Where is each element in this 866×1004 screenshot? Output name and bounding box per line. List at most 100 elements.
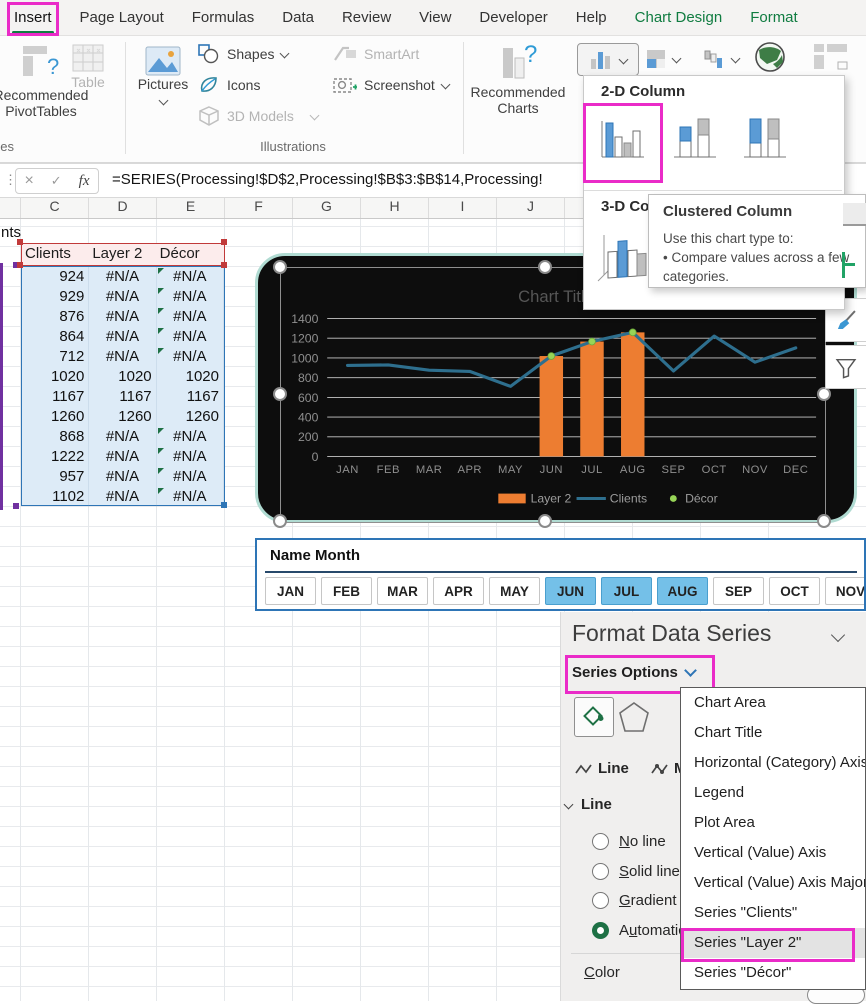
pivotchart-button[interactable] — [812, 42, 850, 77]
menu-tab-review[interactable]: Review — [342, 9, 391, 26]
slicer-button-jun[interactable]: JUN — [545, 577, 596, 605]
table-cell[interactable]: 712 — [22, 347, 89, 367]
3d-models-button[interactable]: 3D Models — [198, 100, 318, 131]
table-cell[interactable]: 1102 — [22, 487, 89, 507]
table-cell[interactable]: #N/A — [157, 287, 224, 307]
dropdown-item[interactable]: Vertical (Value) Axis — [681, 838, 865, 868]
table-cell[interactable]: 1020 — [22, 367, 89, 387]
radio-option[interactable]: Solid line — [592, 857, 686, 887]
3d-clustered-column-option[interactable] — [594, 231, 644, 283]
chart-resize-handle[interactable] — [817, 514, 831, 528]
column-header-H[interactable]: H — [361, 196, 429, 218]
table-cell[interactable]: 1260 — [22, 407, 89, 427]
table-cell[interactable]: 1167 — [157, 387, 224, 407]
radio-icon[interactable] — [592, 863, 609, 880]
column-header-G[interactable]: G — [293, 196, 361, 218]
pictures-button[interactable]: Pictures — [138, 46, 188, 104]
menu-tab-page-layout[interactable]: Page Layout — [80, 9, 164, 26]
dropdown-item[interactable]: Chart Area — [681, 688, 865, 718]
chart-resize-handle[interactable] — [817, 387, 831, 401]
red-range-handle[interactable] — [221, 239, 227, 245]
table-cell[interactable]: #N/A — [89, 427, 156, 447]
insert-waterfall-chart-button[interactable] — [703, 43, 739, 74]
menu-tab-insert[interactable]: Insert — [14, 9, 52, 26]
table-cell[interactable]: #N/A — [89, 467, 156, 487]
radio-option[interactable]: No line — [592, 827, 686, 857]
column-header-F[interactable]: F — [225, 196, 293, 218]
menu-tab-format[interactable]: Format — [750, 9, 798, 26]
menu-tab-data[interactable]: Data — [282, 9, 314, 26]
chart-elements-plus-icon[interactable] — [845, 263, 855, 266]
column-header-E[interactable]: E — [157, 196, 225, 218]
column-header-J[interactable]: J — [497, 196, 565, 218]
column-header-D[interactable]: D — [89, 196, 157, 218]
smartart-button[interactable]: SmartArt — [333, 38, 419, 69]
slicer-button-nov[interactable]: NOV — [825, 577, 866, 605]
column-header-partial[interactable] — [0, 196, 21, 218]
chevron-down-icon[interactable] — [831, 628, 845, 642]
purple-handle[interactable] — [13, 503, 19, 509]
table-cell[interactable]: 864 — [22, 327, 89, 347]
table-cell[interactable]: #N/A — [89, 267, 156, 287]
table-cell[interactable]: #N/A — [157, 327, 224, 347]
vertical-scrollbar[interactable] — [843, 203, 866, 226]
table-cell[interactable]: #N/A — [89, 347, 156, 367]
table-body[interactable]: 924#N/A#N/A929#N/A#N/A876#N/A#N/A864#N/A… — [21, 266, 225, 506]
insert-column-chart-button[interactable] — [577, 43, 639, 76]
radio-icon[interactable] — [592, 833, 609, 850]
table-cell[interactable]: #N/A — [157, 267, 224, 287]
blue-range-handle[interactable] — [221, 502, 227, 508]
month-slicer[interactable]: Name Month JANFEBMARAPRMAYJUNJULAUGSEPOC… — [255, 538, 866, 611]
screenshot-button[interactable]: Screenshot — [333, 69, 449, 100]
table-cell[interactable]: 1167 — [22, 387, 89, 407]
shapes-button[interactable]: Shapes — [198, 38, 288, 69]
table-cell[interactable]: 1020 — [157, 367, 224, 387]
menu-tab-developer[interactable]: Developer — [479, 9, 547, 26]
table-header-cell[interactable]: Clients — [22, 244, 89, 265]
menu-tab-view[interactable]: View — [419, 9, 451, 26]
table-cell[interactable]: #N/A — [157, 487, 224, 507]
dropdown-item[interactable]: Horizontal (Category) Axis — [681, 748, 865, 778]
dropdown-item[interactable]: Series "Décor" — [681, 958, 865, 988]
chart-resize-handle[interactable] — [538, 260, 552, 274]
radio-option[interactable]: Gradient — [592, 886, 686, 916]
slicer-button-may[interactable]: MAY — [489, 577, 540, 605]
column-header-I[interactable]: I — [429, 196, 497, 218]
table-header-cell[interactable]: Layer 2 — [89, 244, 156, 265]
table-cell[interactable]: #N/A — [89, 327, 156, 347]
table-cell[interactable]: #N/A — [157, 307, 224, 327]
cancel-icon[interactable]: × — [24, 172, 33, 190]
dropdown-item[interactable]: Vertical (Value) Axis Major — [681, 868, 865, 898]
table-cell[interactable]: #N/A — [157, 447, 224, 467]
hundred-pct-stacked-column-option[interactable] — [738, 111, 788, 163]
table-cell[interactable]: #N/A — [89, 447, 156, 467]
effects-tab-button[interactable] — [618, 700, 650, 734]
stacked-column-option[interactable] — [668, 111, 718, 163]
slicer-button-mar[interactable]: MAR — [377, 577, 428, 605]
slicer-button-apr[interactable]: APR — [433, 577, 484, 605]
table-cell[interactable]: #N/A — [157, 467, 224, 487]
dropdown-item[interactable]: Plot Area — [681, 808, 865, 838]
red-range-handle[interactable] — [17, 239, 23, 245]
recommended-charts-button[interactable]: ? Recommended Charts — [466, 44, 570, 116]
slicer-button-jul[interactable]: JUL — [601, 577, 652, 605]
table-cell[interactable]: 929 — [22, 287, 89, 307]
insert-hierarchy-chart-button[interactable] — [646, 43, 680, 74]
table-cell[interactable]: 924 — [22, 267, 89, 287]
red-range-handle[interactable] — [221, 262, 227, 268]
slicer-button-jan[interactable]: JAN — [265, 577, 316, 605]
fill-line-tab-button[interactable] — [574, 697, 614, 737]
table-cell[interactable]: 868 — [22, 427, 89, 447]
table-cell[interactable]: #N/A — [157, 427, 224, 447]
dropdown-item[interactable]: Legend — [681, 778, 865, 808]
table-cell[interactable]: #N/A — [157, 347, 224, 367]
table-cell[interactable]: 1020 — [89, 367, 156, 387]
table-cell[interactable]: 1260 — [157, 407, 224, 427]
slicer-button-aug[interactable]: AUG — [657, 577, 708, 605]
enter-icon[interactable]: ✓ — [51, 173, 62, 189]
table-cell[interactable]: 876 — [22, 307, 89, 327]
formula-input[interactable]: =SERIES(Processing!$D$2,Processing!$B$3:… — [112, 171, 582, 188]
table-cell[interactable]: 1167 — [89, 387, 156, 407]
slicer-button-feb[interactable]: FEB — [321, 577, 372, 605]
menu-tab-help[interactable]: Help — [576, 9, 607, 26]
